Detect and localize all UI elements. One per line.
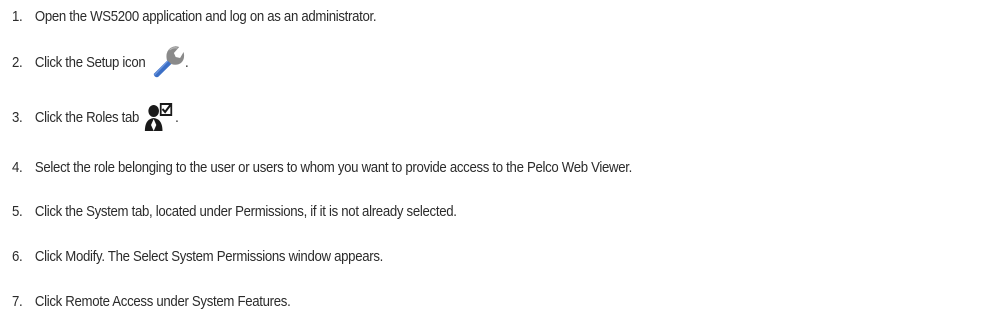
step-5: 5. Click the System tab, located under P… [12,198,457,224]
step-number: 3. [12,108,23,126]
setup-wrench-icon [151,45,184,79]
roles-user-check-icon [144,102,174,132]
step-number: 6. [12,247,23,265]
step-text: Open the WS5200 application and log on a… [34,7,377,25]
step-number: 7. [12,292,23,310]
step-1: 1. Open the WS5200 application and log o… [12,3,377,29]
step-4: 4. Select the role belonging to the user… [12,154,632,180]
step-number: 2. [12,53,23,71]
step-text: Click Remote Access under System Feature… [34,292,291,310]
step-text: Click the Roles tab [34,108,140,126]
step-text: Click Modify. The Select System Permissi… [34,247,384,265]
step-3: 3. Click the Roles tab . [12,102,179,132]
step-text: Click the Setup icon [34,53,146,71]
step-text: Click the System tab, located under Perm… [34,202,457,220]
step-text-suffix: . [175,108,179,126]
step-number: 4. [12,158,23,176]
step-7: 7. Click Remote Access under System Feat… [12,288,291,314]
step-text: Select the role belonging to the user or… [34,158,633,176]
step-2: 2. Click the Setup icon . [12,46,189,78]
step-text-suffix: . [184,53,189,71]
step-number: 1. [12,7,23,25]
step-number: 5. [12,202,23,220]
step-6: 6. Click Modify. The Select System Permi… [12,243,383,269]
